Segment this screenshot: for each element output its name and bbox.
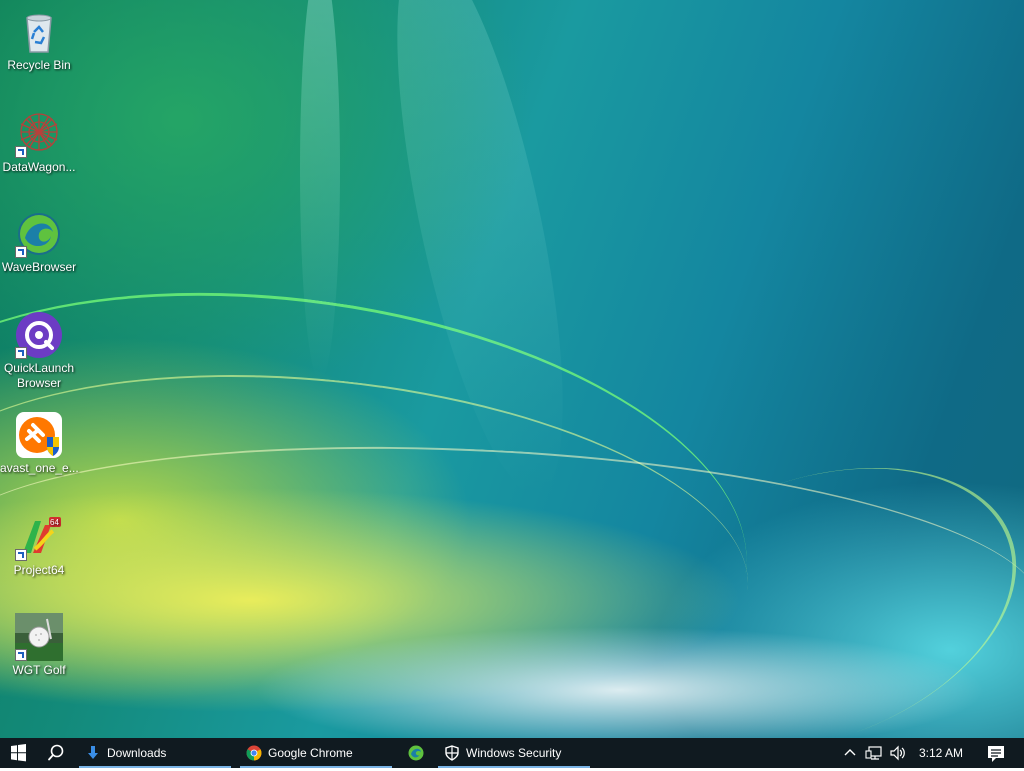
wgt-golf-label: WGT Golf [12,663,66,677]
notification-icon [988,746,1004,762]
taskbar-app-downloads[interactable]: Downloads [79,738,231,768]
taskbar: Downloads Google Chrome Windows Security [0,738,1024,768]
taskbar-app-wavebrowser[interactable] [400,738,432,768]
wallpaper-streak [300,0,340,380]
wallpaper-streak [0,336,766,738]
shortcut-arrow-icon [15,549,27,561]
taskbar-app-chrome[interactable]: Google Chrome [240,738,392,768]
quicklaunch-browser-icon [15,311,63,359]
quicklaunch-browser-icon-item[interactable]: QuickLaunch Browser [0,311,78,391]
chevron-up-icon [844,749,856,756]
shortcut-arrow-icon [15,146,27,158]
network-button[interactable] [862,738,886,768]
project64-label: Project64 [13,563,65,577]
chrome-icon [246,745,262,761]
quicklaunch-browser-label: QuickLaunch Browser [3,361,75,390]
recycle-bin-label: Recycle Bin [7,58,71,72]
desktop-wallpaper [0,0,1024,738]
avast-one-label: avast_one_e... [0,461,79,475]
shortcut-arrow-icon [15,246,27,258]
windows-logo-icon [11,744,26,762]
show-hidden-icons-button[interactable] [840,738,860,768]
recycle-bin-icon [15,8,63,56]
wgt-golf-icon [15,613,63,661]
wavebrowser-icon [15,210,63,258]
datawagon-icon [15,110,63,158]
project64-icon-item[interactable]: 64 Project64 [0,513,78,578]
recycle-bin-icon-item[interactable]: Recycle Bin [0,8,78,73]
datawagon-icon-item[interactable]: DataWagon... [0,110,78,175]
download-arrow-icon [88,746,98,759]
project64-icon: 64 [15,513,63,561]
taskbar-app-windows-security[interactable]: Windows Security [438,738,590,768]
avast-one-icon-item[interactable]: avast_one_e... [0,411,79,476]
datawagon-label: DataWagon... [2,160,76,174]
search-icon [48,744,64,761]
taskbar-app-label: Google Chrome [268,746,353,760]
taskbar-app-label: Downloads [107,746,167,760]
wgt-golf-icon-item[interactable]: WGT Golf [0,613,78,678]
volume-button[interactable] [886,738,910,768]
shortcut-arrow-icon [15,649,27,661]
wavebrowser-label: WaveBrowser [1,260,77,274]
avast-one-icon [15,411,63,459]
shield-icon [445,745,459,761]
wavebrowser-icon [408,745,424,761]
action-center-button[interactable] [976,738,1016,768]
shortcut-arrow-icon [15,347,27,359]
wallpaper-streak [363,0,597,507]
wallpaper-streak [568,415,1024,738]
wallpaper-streak [0,239,776,738]
wallpaper-streak [0,421,1024,731]
taskbar-clock[interactable]: 3:12 AM [912,738,970,768]
svg-text:64: 64 [50,518,59,527]
start-button[interactable] [0,738,36,768]
network-icon [865,746,882,760]
search-button[interactable] [38,738,74,768]
wavebrowser-icon-item[interactable]: WaveBrowser [0,210,78,275]
taskbar-app-label: Windows Security [466,746,562,760]
speaker-icon [890,745,905,761]
